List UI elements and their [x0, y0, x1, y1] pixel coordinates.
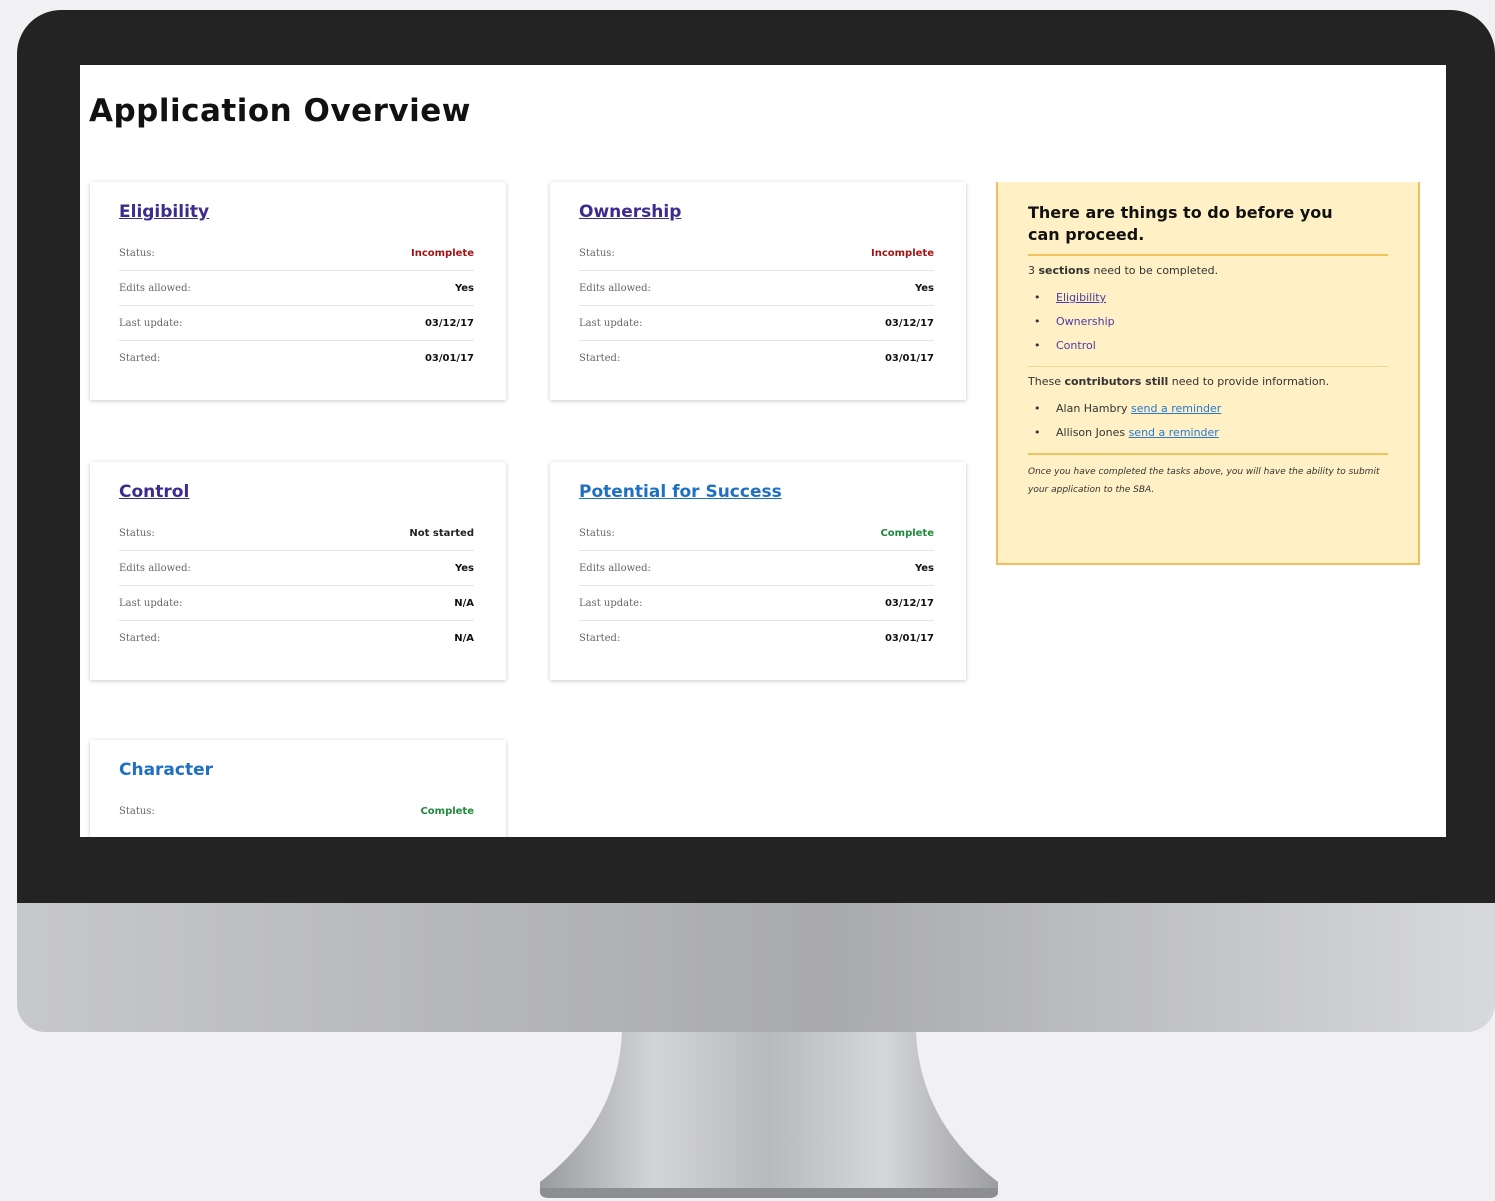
table-row: Last update: 03/12/17: [579, 586, 934, 621]
send-reminder-link[interactable]: send a reminder: [1129, 426, 1219, 439]
monitor: Application Overview Eligibility Status:…: [17, 10, 1495, 1032]
card-title-potential-for-success[interactable]: Potential for Success: [579, 482, 934, 502]
row-label: Status:: [579, 247, 615, 259]
card-title-ownership[interactable]: Ownership: [579, 202, 934, 222]
card-ownership: Ownership Status: Incomplete Edits allowe…: [550, 182, 966, 400]
contributors-message: These contributors still need to provide…: [1028, 375, 1388, 389]
table-row: Edits allowed: Yes: [579, 271, 934, 306]
send-reminder-link[interactable]: send a reminder: [1131, 402, 1221, 415]
table-row: Last update: 03/12/17: [579, 306, 934, 341]
row-value: 03/01/17: [884, 633, 934, 644]
row-label: Last update:: [119, 597, 183, 609]
divider: [1028, 254, 1388, 256]
status-value: Incomplete: [871, 247, 934, 259]
table-row: Status: Incomplete: [119, 236, 474, 271]
list-item: • Allison Jones send a reminder: [1034, 421, 1388, 445]
contrib-bold: contributors still: [1064, 375, 1169, 388]
row-value: Yes: [454, 562, 474, 574]
contrib-text: need to provide information.: [1171, 375, 1330, 388]
contributors-list: • Alan Hambry send a reminder • Allison Jo…: [1034, 397, 1388, 445]
table-row: Status: Incomplete: [579, 236, 934, 271]
status-value: Complete: [420, 806, 474, 817]
row-value: 03/12/17: [884, 597, 934, 609]
section-link-control[interactable]: Control: [1056, 339, 1096, 352]
row-value: 03/12/17: [424, 317, 474, 329]
table-row: Last update: N/A: [119, 586, 474, 621]
sections-bold: sections: [1038, 264, 1091, 277]
row-label: Edits allowed:: [119, 282, 191, 294]
card-title-control[interactable]: Control: [119, 482, 474, 502]
status-value: Not started: [409, 527, 474, 539]
row-label: Started:: [579, 353, 621, 364]
row-label: Edits allowed:: [579, 282, 651, 294]
contributor-name: Alan Hambry: [1056, 402, 1128, 415]
card-character: Character Status: Complete: [90, 740, 506, 837]
row-value: 03/12/17: [884, 317, 934, 329]
list-item: • Eligibility: [1034, 286, 1388, 310]
list-item: • Control: [1034, 334, 1388, 358]
row-label: Last update:: [579, 317, 643, 329]
table-row: Edits allowed: Yes: [579, 551, 934, 586]
card-potential-for-success: Potential for Success Status: Complete Ed…: [550, 462, 966, 680]
list-item: • Alan Hambry send a reminder: [1034, 397, 1388, 421]
card-title-eligibility[interactable]: Eligibility: [119, 202, 474, 222]
bullet-icon: •: [1034, 339, 1041, 352]
sections-text: need to be completed.: [1093, 264, 1219, 277]
status-value: Incomplete: [411, 247, 474, 259]
row-label: Last update:: [119, 317, 183, 329]
row-value: 03/01/17: [424, 353, 474, 364]
row-value: Yes: [914, 282, 934, 294]
row-label: Status:: [119, 247, 155, 259]
contrib-pre: These: [1028, 375, 1061, 388]
row-label: Started:: [119, 633, 161, 644]
table-row: Started: N/A: [119, 621, 474, 656]
card-control: Control Status: Not started Edits allowed…: [90, 462, 506, 680]
table-row: Edits allowed: Yes: [119, 271, 474, 306]
status-value: Complete: [880, 527, 934, 539]
todo-notice: There are things to do before you can pr…: [996, 182, 1420, 565]
row-label: Edits allowed:: [579, 562, 651, 574]
table-row: Last update: 03/12/17: [119, 306, 474, 341]
table-row: Started: 03/01/17: [579, 341, 934, 376]
table-row: Status: Complete: [119, 794, 474, 829]
monitor-stand: [540, 1032, 998, 1198]
table-row: Started: 03/01/17: [119, 341, 474, 376]
divider: [1028, 366, 1388, 367]
row-value: N/A: [454, 597, 474, 609]
row-label: Last update:: [579, 597, 643, 609]
section-link-ownership[interactable]: Ownership: [1056, 315, 1115, 328]
page-title: Application Overview: [89, 93, 471, 129]
row-value: Yes: [914, 562, 934, 574]
sections-list: • Eligibility • Ownership • Control: [1034, 286, 1388, 358]
table-row: Status: Complete: [579, 516, 934, 551]
card-title-character[interactable]: Character: [119, 760, 474, 780]
notice-heading: There are things to do before you can pr…: [1028, 203, 1333, 244]
divider: [1028, 453, 1388, 455]
sections-message: 3 sections need to be completed.: [1028, 264, 1388, 278]
contributor-name: Allison Jones: [1056, 426, 1126, 439]
row-label: Status:: [119, 806, 155, 817]
list-item: • Ownership: [1034, 310, 1388, 334]
row-label: Edits allowed:: [119, 562, 191, 574]
bullet-icon: •: [1034, 291, 1041, 304]
screen: Application Overview Eligibility Status:…: [80, 65, 1446, 837]
row-value: N/A: [454, 633, 474, 644]
bullet-icon: •: [1034, 315, 1041, 328]
table-row: Status: Not started: [119, 516, 474, 551]
bullet-icon: •: [1034, 402, 1041, 415]
row-label: Status:: [119, 527, 155, 539]
row-label: Started:: [119, 353, 161, 364]
bullet-icon: •: [1034, 426, 1041, 439]
card-eligibility: Eligibility Status: Incomplete Edits allo…: [90, 182, 506, 400]
row-label: Started:: [579, 633, 621, 644]
monitor-chin: [17, 903, 1495, 1032]
table-row: Started: 03/01/17: [579, 621, 934, 656]
sections-count: 3: [1028, 264, 1035, 277]
table-row: Edits allowed: Yes: [119, 551, 474, 586]
row-value: 03/01/17: [884, 353, 934, 364]
section-link-eligibility[interactable]: Eligibility: [1056, 291, 1106, 304]
row-label: Status:: [579, 527, 615, 539]
notice-footer: Once you have completed the tasks above,…: [1028, 467, 1380, 495]
row-value: Yes: [454, 282, 474, 294]
